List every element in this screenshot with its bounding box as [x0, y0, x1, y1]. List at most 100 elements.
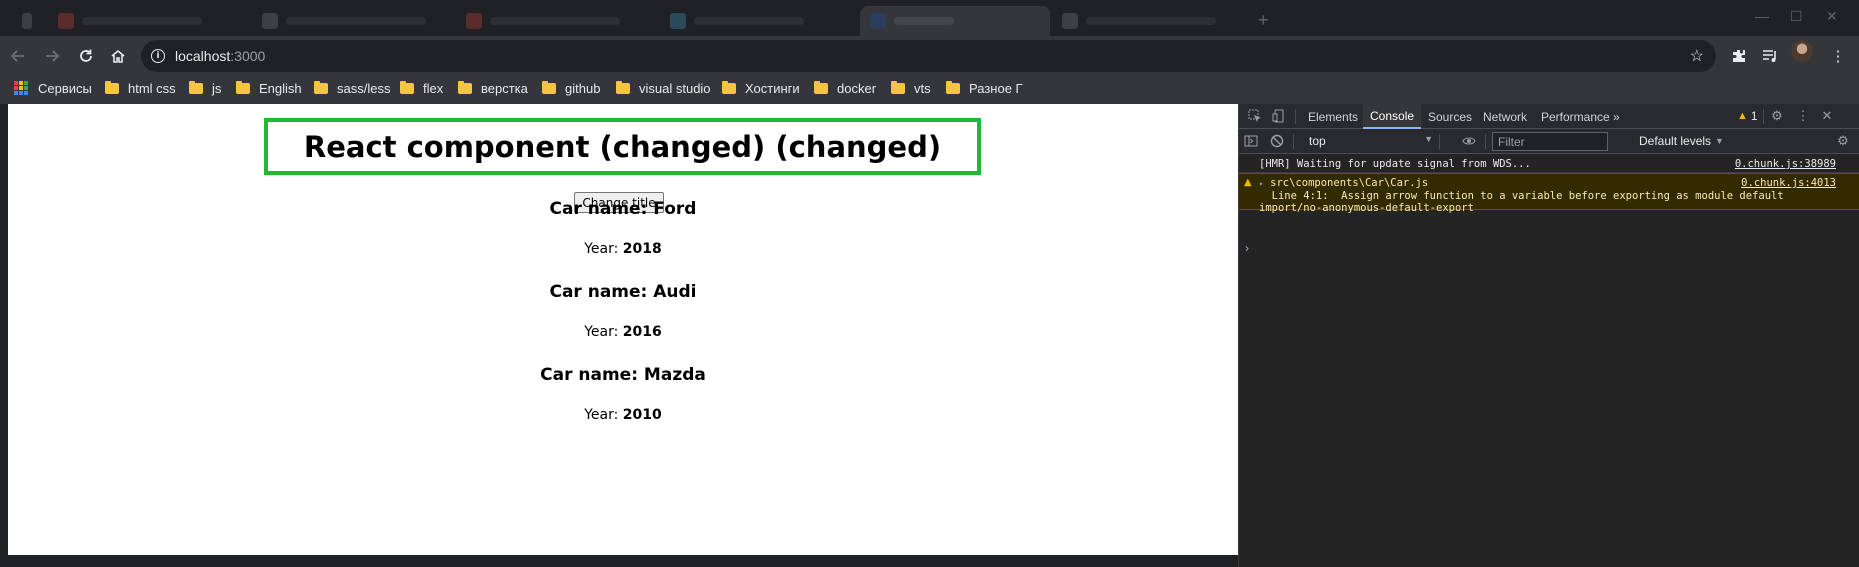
menu-kebab-icon[interactable]: ⋮: [1824, 42, 1852, 70]
clear-console-icon[interactable]: [1269, 133, 1285, 149]
devtools-panel: Elements Console Sources Network Perform…: [1238, 104, 1859, 567]
bookmark-folder[interactable]: js: [189, 76, 221, 100]
close-devtools-icon[interactable]: ✕: [1819, 108, 1835, 124]
console-warning-message: ▲ ▸ src\components\Car\Car.js Line 4:1: …: [1239, 173, 1859, 214]
browser-tab-active[interactable]: [860, 6, 1050, 36]
web-page: React component (changed) (changed) Chan…: [8, 104, 1238, 555]
expand-arrow-icon[interactable]: ▸: [1259, 179, 1264, 188]
browser-tab[interactable]: [252, 6, 452, 36]
bookmark-folder[interactable]: Разное Г: [946, 76, 1023, 100]
tab-separator: [1763, 109, 1764, 124]
tab-separator: [1295, 109, 1296, 124]
bookmark-folder[interactable]: vts: [891, 76, 931, 100]
bookmark-services[interactable]: Сервисы: [14, 76, 92, 100]
car-year: Year: 2010: [584, 407, 662, 423]
console-output: [HMR] Waiting for update signal from WDS…: [1239, 155, 1859, 214]
tab-console[interactable]: Console: [1363, 104, 1422, 129]
settings-gear-icon[interactable]: ⚙: [1769, 108, 1785, 124]
folder-icon: [236, 80, 250, 94]
folder-icon: [891, 80, 905, 94]
inspect-element-icon[interactable]: [1247, 108, 1263, 124]
new-tab-icon[interactable]: +: [1258, 10, 1269, 31]
car-name: Car name: Mazda: [540, 365, 706, 385]
tab-network[interactable]: Network: [1476, 104, 1534, 129]
folder-icon: [189, 80, 203, 94]
toolbar-separator: [1485, 134, 1486, 149]
close-window-icon[interactable]: ✕: [1826, 8, 1838, 25]
folder-icon: [458, 80, 472, 94]
car-year: Year: 2016: [584, 324, 662, 340]
bookmark-folder[interactable]: sass/less: [314, 76, 390, 100]
bookmark-folder[interactable]: flex: [400, 76, 443, 100]
folder-icon: [400, 80, 414, 94]
reload-icon[interactable]: [72, 42, 100, 70]
folder-icon: [722, 80, 736, 94]
bookmark-folder[interactable]: html css: [105, 76, 176, 100]
apps-grid-icon: [14, 81, 28, 95]
address-bar[interactable]: i localhost:3000 ☆: [141, 40, 1716, 72]
bookmark-folder[interactable]: Хостинги: [722, 76, 800, 100]
minimize-icon[interactable]: —: [1755, 8, 1769, 24]
maximize-icon[interactable]: ☐: [1790, 8, 1803, 25]
tab-sources[interactable]: Sources: [1421, 104, 1479, 129]
extensions-icon[interactable]: [1725, 42, 1753, 70]
profile-avatar[interactable]: [1791, 40, 1813, 62]
site-info-icon[interactable]: i: [151, 49, 165, 63]
console-log-message: [HMR] Waiting for update signal from WDS…: [1239, 155, 1859, 173]
bookmark-folder[interactable]: верстка: [458, 76, 528, 100]
devtools-tabbar: Elements Console Sources Network Perform…: [1239, 104, 1859, 129]
tab-search[interactable]: [12, 6, 42, 36]
browser-toolbar: i localhost:3000 ☆ ⋮ Сервисы html css js…: [0, 36, 1859, 104]
browser-tab[interactable]: [456, 6, 656, 36]
car-card: Car name: Mazda Year: 2010: [8, 365, 1238, 423]
dropdown-arrow-icon: ▼: [1424, 134, 1433, 144]
car-card: Car name: Audi Year: 2016: [8, 282, 1238, 340]
page-title: React component (changed) (changed): [264, 118, 981, 175]
home-icon[interactable]: [104, 42, 132, 70]
sidebar-toggle-icon[interactable]: [1243, 133, 1259, 149]
car-name: Car name: Audi: [549, 282, 697, 302]
folder-icon: [946, 80, 960, 94]
warning-icon: ▲: [1244, 177, 1252, 188]
more-tabs-icon[interactable]: »: [1606, 104, 1627, 129]
warning-count-badge[interactable]: ▲ 1: [1737, 109, 1758, 123]
dropdown-arrow-icon: ▼: [1715, 136, 1724, 146]
log-levels-dropdown[interactable]: Default levels ▼: [1639, 132, 1724, 150]
tab-performance[interactable]: Performance: [1534, 104, 1617, 129]
source-link[interactable]: 0.chunk.js:38989: [1735, 158, 1836, 170]
back-icon[interactable]: [4, 42, 32, 70]
tab-strip: + — ☐ ✕: [0, 0, 1859, 36]
forward-icon[interactable]: [38, 42, 66, 70]
folder-icon: [314, 80, 328, 94]
car-year: Year: 2018: [584, 241, 662, 257]
folder-icon: [814, 80, 828, 94]
console-toolbar: top ▼ Filter Default levels ▼ ⚙: [1239, 129, 1859, 154]
devtools-menu-icon[interactable]: ⋮: [1795, 108, 1811, 124]
folder-icon: [542, 80, 556, 94]
folder-icon: [105, 80, 119, 94]
toolbar-separator: [1293, 134, 1294, 149]
device-toolbar-icon[interactable]: [1271, 108, 1287, 124]
browser-tab[interactable]: [660, 6, 850, 36]
bookmark-folder[interactable]: English: [236, 76, 302, 100]
context-selector[interactable]: top ▼: [1309, 132, 1433, 150]
console-prompt[interactable]: ›: [1245, 241, 1249, 255]
car-card: Car name: Ford Year: 2018: [8, 199, 1238, 257]
toolbar-separator: [1439, 134, 1440, 149]
console-filter-input[interactable]: Filter: [1492, 132, 1608, 151]
browser-tab[interactable]: [48, 6, 248, 36]
bookmark-folder[interactable]: docker: [814, 76, 876, 100]
folder-icon: [616, 80, 630, 94]
warning-icon: ▲: [1737, 110, 1748, 122]
bookmark-star-icon[interactable]: ☆: [1690, 46, 1704, 66]
tab-elements[interactable]: Elements: [1301, 104, 1365, 129]
car-name: Car name: Ford: [549, 199, 697, 219]
url-text[interactable]: localhost:3000: [175, 48, 265, 64]
console-settings-icon[interactable]: ⚙: [1835, 133, 1851, 149]
source-link[interactable]: 0.chunk.js:4013: [1741, 177, 1836, 189]
media-control-icon[interactable]: [1756, 42, 1784, 70]
bookmark-folder[interactable]: visual studio: [616, 76, 711, 100]
browser-tab[interactable]: [1052, 6, 1252, 36]
live-expression-eye-icon[interactable]: [1461, 133, 1477, 149]
bookmark-folder[interactable]: github: [542, 76, 600, 100]
